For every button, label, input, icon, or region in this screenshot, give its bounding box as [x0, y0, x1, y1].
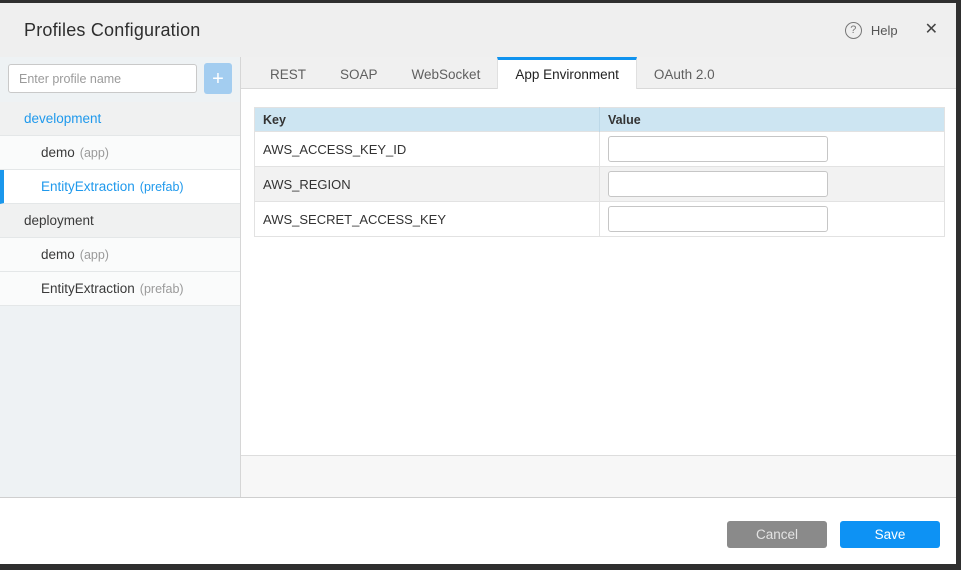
- cancel-button[interactable]: Cancel: [727, 521, 827, 548]
- sidebar-group-deployment[interactable]: deployment: [0, 204, 240, 238]
- main-panel: REST SOAP WebSocket App Environment OAut…: [241, 57, 956, 497]
- dialog-body: + development demo (app) EntityExtractio…: [0, 57, 956, 497]
- dialog-footer: Cancel Save: [0, 497, 956, 564]
- page-title: Profiles Configuration: [24, 20, 201, 41]
- sidebar-item-entityextraction-development[interactable]: EntityExtraction (prefab): [0, 170, 240, 204]
- profile-list: development demo (app) EntityExtraction …: [0, 102, 240, 306]
- add-profile-button[interactable]: +: [204, 63, 232, 94]
- table-row: AWS_ACCESS_KEY_ID: [255, 132, 945, 167]
- dialog-header: Profiles Configuration ? Help ✕: [0, 3, 956, 57]
- env-key-label: AWS_ACCESS_KEY_ID: [255, 132, 600, 167]
- env-variables-table: Key Value AWS_ACCESS_KEY_ID: [254, 107, 945, 237]
- content-bottom-strip: [241, 455, 956, 497]
- tab-rest[interactable]: REST: [253, 57, 323, 88]
- table-row: AWS_SECRET_ACCESS_KEY: [255, 202, 945, 237]
- profiles-configuration-dialog: Profiles Configuration ? Help ✕ + develo…: [0, 3, 956, 564]
- sidebar-item-demo-development[interactable]: demo (app): [0, 136, 240, 170]
- window-frame: Profiles Configuration ? Help ✕ + develo…: [0, 0, 961, 570]
- tab-websocket[interactable]: WebSocket: [395, 57, 498, 88]
- help-icon[interactable]: ?: [845, 22, 862, 39]
- env-key-label: AWS_REGION: [255, 167, 600, 202]
- header-actions: ? Help ✕: [845, 22, 938, 39]
- table-header-row: Key Value: [255, 108, 945, 132]
- service-tabbar: REST SOAP WebSocket App Environment OAut…: [241, 57, 956, 89]
- env-value-input-aws-access-key-id[interactable]: [608, 136, 828, 162]
- tab-app-environment[interactable]: App Environment: [497, 57, 637, 89]
- table-row: AWS_REGION: [255, 167, 945, 202]
- save-button[interactable]: Save: [840, 521, 940, 548]
- close-icon[interactable]: ✕: [925, 22, 938, 38]
- tab-soap[interactable]: SOAP: [323, 57, 395, 88]
- env-value-input-aws-secret-access-key[interactable]: [608, 206, 828, 232]
- sidebar-item-demo-deployment[interactable]: demo (app): [0, 238, 240, 272]
- column-header-value: Value: [600, 108, 945, 132]
- profile-name-input[interactable]: [8, 64, 197, 93]
- profiles-sidebar: + development demo (app) EntityExtractio…: [0, 57, 241, 497]
- tab-oauth[interactable]: OAuth 2.0: [637, 57, 732, 88]
- profile-add-row: +: [0, 57, 240, 102]
- env-value-input-aws-region[interactable]: [608, 171, 828, 197]
- tab-content-app-environment: Key Value AWS_ACCESS_KEY_ID: [241, 89, 956, 455]
- help-link[interactable]: Help: [871, 23, 898, 38]
- column-header-key: Key: [255, 108, 600, 132]
- sidebar-group-development[interactable]: development: [0, 102, 240, 136]
- sidebar-item-entityextraction-deployment[interactable]: EntityExtraction (prefab): [0, 272, 240, 306]
- env-key-label: AWS_SECRET_ACCESS_KEY: [255, 202, 600, 237]
